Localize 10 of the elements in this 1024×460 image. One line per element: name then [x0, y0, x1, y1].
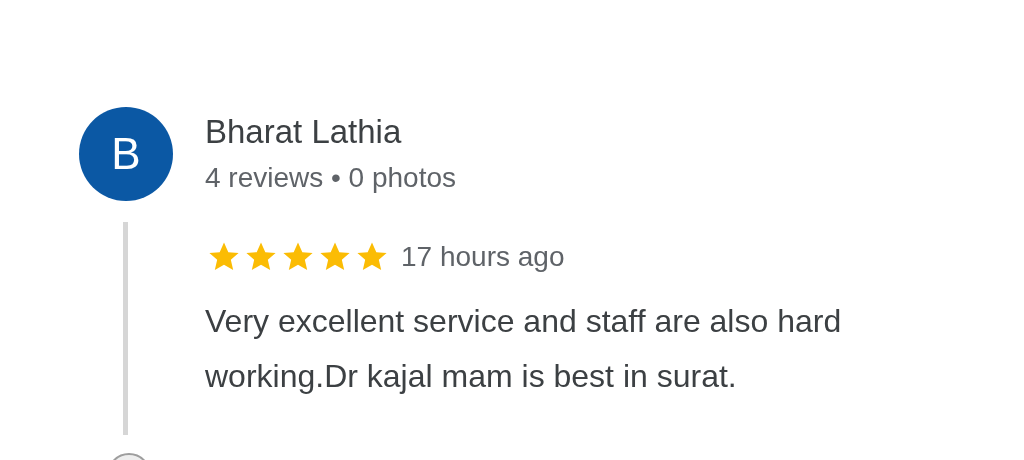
avatar[interactable]: B: [79, 107, 173, 201]
reviewer-stats: 4 reviews • 0 photos: [205, 161, 457, 195]
review-time: 17 hours ago: [401, 240, 565, 274]
star-icon: [207, 241, 241, 273]
reviewer-name[interactable]: Bharat Lathia: [205, 111, 457, 153]
star-icon: [355, 241, 389, 273]
star-icon: [281, 241, 315, 273]
star-icon: [318, 241, 352, 273]
star-icon: [244, 241, 278, 273]
review-text: Very excellent service and staff are also hard working.Dr kajal mam is best in surat.: [205, 302, 843, 396]
